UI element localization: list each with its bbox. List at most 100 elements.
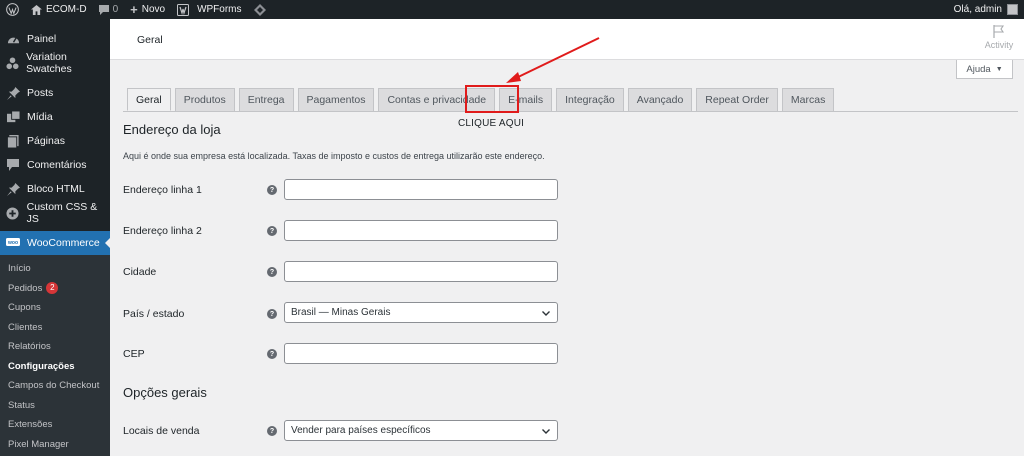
postcode-field[interactable] bbox=[284, 343, 558, 364]
diamond-icon[interactable] bbox=[248, 0, 272, 19]
submenu-label: Relatórios bbox=[8, 341, 51, 352]
help-tip-icon[interactable]: ? bbox=[267, 185, 277, 195]
submenu-item-inicio[interactable]: Início bbox=[0, 259, 110, 279]
submenu-label: Extensões bbox=[8, 419, 53, 430]
media-icon bbox=[6, 110, 20, 124]
my-account-link[interactable]: Olá, admin bbox=[954, 4, 1024, 15]
home-icon bbox=[31, 4, 42, 15]
pages-icon bbox=[6, 134, 20, 148]
help-tip-icon[interactable]: ? bbox=[267, 226, 277, 236]
chevron-down-icon bbox=[541, 308, 551, 321]
submenu-label: Campos do Checkout bbox=[8, 380, 100, 391]
sidebar-item-label: Custom CSS & JS bbox=[26, 201, 98, 225]
site-name: ECOM-D bbox=[46, 4, 87, 15]
sidebar-item-midia[interactable]: Mídia bbox=[0, 105, 110, 129]
help-tip-icon[interactable]: ? bbox=[267, 426, 277, 436]
submenu-label: Pixel Manager bbox=[8, 438, 69, 450]
sidebar-item-label: Mídia bbox=[27, 111, 53, 123]
comments-link[interactable]: 0 bbox=[93, 0, 125, 19]
city-label: Cidade bbox=[123, 266, 157, 278]
country-select[interactable]: Brasil — Minas Gerais bbox=[284, 302, 558, 323]
store-address-title: Endereço da loja bbox=[123, 122, 221, 137]
woo-icon: woo bbox=[6, 236, 20, 250]
help-button[interactable]: Ajuda ▼ bbox=[956, 60, 1013, 79]
address2-label: Endereço linha 2 bbox=[123, 225, 202, 237]
selling-locations-select[interactable]: Vender para países específicos bbox=[284, 420, 558, 441]
orders-count-badge: 2 bbox=[46, 282, 59, 295]
swatches-icon bbox=[6, 56, 19, 70]
address1-field[interactable] bbox=[284, 179, 558, 200]
comment-icon bbox=[98, 4, 109, 15]
sidebar-item-label: Posts bbox=[27, 87, 54, 99]
sidebar-item-label: WooCommerce bbox=[27, 237, 100, 249]
submenu-item-extensoes[interactable]: Extensões bbox=[0, 415, 110, 435]
submenu-item-pedidos[interactable]: Pedidos 2 bbox=[0, 279, 110, 299]
svg-text:woo: woo bbox=[7, 240, 18, 246]
sidebar-item-custom-css-js[interactable]: Custom CSS & JS bbox=[0, 201, 110, 225]
wordpress-logo-icon[interactable] bbox=[0, 0, 25, 19]
wpforms-icon bbox=[177, 3, 190, 16]
city-field[interactable] bbox=[284, 261, 558, 282]
woocommerce-submenu: Início Pedidos 2 Cupons Clientes Relatór… bbox=[0, 255, 110, 456]
submenu-item-clientes[interactable]: Clientes bbox=[0, 318, 110, 338]
comment-icon bbox=[6, 158, 20, 172]
page-title: Geral bbox=[137, 34, 163, 46]
sidebar-item-comentarios[interactable]: Comentários bbox=[0, 153, 110, 177]
greeting: Olá, admin bbox=[953, 4, 1002, 15]
submenu-label: Clientes bbox=[8, 321, 43, 333]
comments-count: 0 bbox=[112, 4, 119, 15]
submenu-label: Status bbox=[8, 399, 35, 411]
submenu-item-pixel-manager[interactable]: Pixel Manager bbox=[0, 435, 110, 455]
admin-sidebar: Painel Variation Swatches Posts Mídia Pá… bbox=[0, 19, 110, 456]
sidebar-item-bloco-html[interactable]: Bloco HTML bbox=[0, 177, 110, 201]
help-tip-icon[interactable]: ? bbox=[267, 349, 277, 359]
new-label: Novo bbox=[141, 4, 166, 15]
activity-label: Activity bbox=[984, 40, 1014, 50]
help-tip-icon[interactable]: ? bbox=[267, 309, 277, 319]
caret-down-icon: ▼ bbox=[995, 65, 1003, 73]
submenu-item-relatorios[interactable]: Relatórios bbox=[0, 337, 110, 357]
wpforms-label: WPForms bbox=[197, 4, 242, 15]
tab-marcas[interactable]: Marcas bbox=[781, 88, 835, 111]
chevron-down-icon bbox=[541, 426, 551, 439]
submenu-item-configuracoes[interactable]: Configurações bbox=[0, 357, 110, 377]
tab-integracao[interactable]: Integração bbox=[556, 88, 624, 111]
tab-produtos[interactable]: Produtos bbox=[174, 88, 235, 111]
sidebar-item-variation-swatches[interactable]: Variation Swatches bbox=[0, 51, 110, 75]
tab-avancado[interactable]: Avançado bbox=[627, 88, 693, 111]
sidebar-item-label: Comentários bbox=[27, 159, 87, 171]
address2-field[interactable] bbox=[284, 220, 558, 241]
emails-tab-highlight-box bbox=[465, 85, 519, 113]
help-tip-icon[interactable]: ? bbox=[267, 267, 277, 277]
pin-icon bbox=[6, 86, 20, 100]
submenu-item-status[interactable]: Status bbox=[0, 396, 110, 416]
avatar bbox=[1007, 4, 1018, 15]
activity-button[interactable]: Activity bbox=[984, 25, 1014, 50]
tab-geral[interactable]: Geral bbox=[127, 88, 171, 111]
sidebar-item-label: Variation Swatches bbox=[26, 51, 72, 75]
sidebar-item-painel[interactable]: Painel bbox=[0, 27, 110, 51]
submenu-item-campos-checkout[interactable]: Campos do Checkout bbox=[0, 376, 110, 396]
store-address-description: Aqui é onde sua empresa está localizada.… bbox=[123, 151, 545, 161]
selling-locations-selected-value: Vender para países específicos bbox=[291, 425, 431, 436]
sidebar-item-woocommerce[interactable]: woo WooCommerce bbox=[0, 231, 110, 255]
annotation-arrow-icon bbox=[506, 37, 600, 83]
tab-pagamentos[interactable]: Pagamentos bbox=[297, 88, 375, 111]
tabs-divider bbox=[123, 111, 1018, 112]
sidebar-item-label: Páginas bbox=[27, 135, 65, 147]
tab-entrega[interactable]: Entrega bbox=[238, 88, 294, 111]
submenu-label: Configurações bbox=[8, 360, 75, 372]
selling-locations-label: Locais de venda bbox=[123, 425, 200, 437]
sidebar-item-posts[interactable]: Posts bbox=[0, 81, 110, 105]
sidebar-item-label: Painel bbox=[27, 33, 57, 45]
admin-bar: ECOM-D 0 + Novo WPForms Olá, admin bbox=[0, 0, 1024, 19]
country-selected-value: Brasil — Minas Gerais bbox=[291, 307, 391, 318]
sidebar-item-paginas[interactable]: Páginas bbox=[0, 129, 110, 153]
tab-repeat-order[interactable]: Repeat Order bbox=[696, 88, 778, 111]
new-content-link[interactable]: + Novo bbox=[124, 0, 171, 19]
wpforms-link[interactable]: WPForms bbox=[171, 0, 247, 19]
dashboard-icon bbox=[6, 32, 20, 46]
help-label: Ajuda bbox=[966, 63, 991, 75]
site-name-link[interactable]: ECOM-D bbox=[25, 0, 93, 19]
submenu-item-cupons[interactable]: Cupons bbox=[0, 298, 110, 318]
